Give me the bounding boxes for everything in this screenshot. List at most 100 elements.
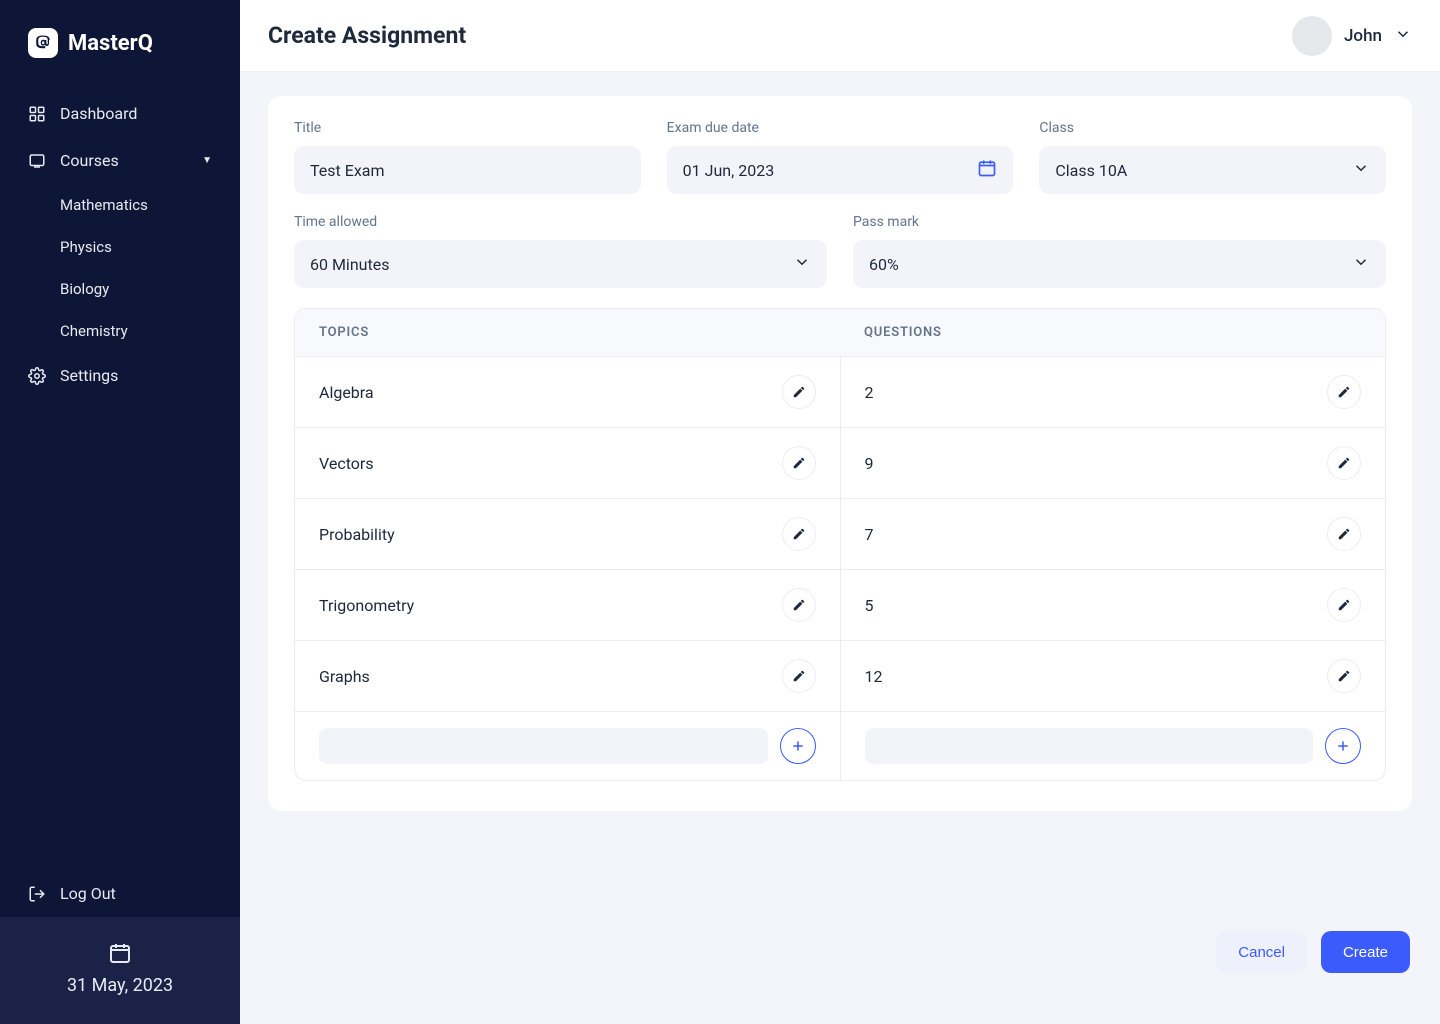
chevron-down-icon bbox=[793, 253, 811, 275]
assignment-card: Title Test Exam Exam due date 01 Jun, 20… bbox=[268, 96, 1412, 811]
topic-cell: Graphs bbox=[295, 641, 840, 711]
content: Title Test Exam Exam due date 01 Jun, 20… bbox=[240, 72, 1440, 1024]
questions-count: 7 bbox=[865, 525, 874, 544]
table-add-row bbox=[295, 711, 1385, 780]
sidebar-item-physics[interactable]: Physics bbox=[60, 226, 240, 268]
topic-name: Graphs bbox=[319, 667, 370, 686]
edit-questions-button[interactable] bbox=[1327, 517, 1361, 551]
questions-count: 9 bbox=[865, 454, 874, 473]
brand-logo-icon bbox=[28, 28, 58, 58]
questions-count: 5 bbox=[865, 596, 874, 615]
questions-count: 2 bbox=[865, 383, 874, 402]
add-topic-input[interactable] bbox=[319, 728, 768, 764]
pass-mark-select[interactable]: 60% bbox=[853, 240, 1386, 288]
topics-table: TOPICS QUESTIONS Algebra 2 Vectors 9 Probabi… bbox=[294, 308, 1386, 781]
edit-questions-button[interactable] bbox=[1327, 659, 1361, 693]
add-question-cell bbox=[840, 712, 1386, 780]
sidebar-item-label: Dashboard bbox=[60, 104, 137, 123]
add-topic-cell bbox=[295, 712, 840, 780]
topic-name: Probability bbox=[319, 525, 395, 544]
calendar-icon bbox=[108, 941, 132, 965]
add-topic-button[interactable] bbox=[780, 728, 816, 764]
topic-cell: Probability bbox=[295, 499, 840, 569]
questions-cell: 9 bbox=[840, 428, 1386, 498]
time-allowed-select[interactable]: 60 Minutes bbox=[294, 240, 827, 288]
edit-questions-button[interactable] bbox=[1327, 588, 1361, 622]
add-question-input[interactable] bbox=[865, 728, 1314, 764]
table-row: Trigonometry 5 bbox=[295, 569, 1385, 640]
field-class: Class Class 10A bbox=[1039, 120, 1386, 194]
edit-topic-button[interactable] bbox=[782, 588, 816, 622]
topic-cell: Algebra bbox=[295, 357, 840, 427]
topic-cell: Trigonometry bbox=[295, 570, 840, 640]
chevron-down-icon: ▼ bbox=[202, 155, 212, 166]
chevron-down-icon bbox=[1352, 159, 1370, 181]
sidebar-item-chemistry[interactable]: Chemistry bbox=[60, 310, 240, 352]
questions-count: 12 bbox=[865, 667, 883, 686]
table-row: Vectors 9 bbox=[295, 427, 1385, 498]
label-class: Class bbox=[1039, 120, 1386, 136]
cancel-button[interactable]: Cancel bbox=[1216, 931, 1307, 973]
topic-name: Vectors bbox=[319, 454, 374, 473]
brand: MasterQ bbox=[0, 0, 240, 80]
table-row: Graphs 12 bbox=[295, 640, 1385, 711]
logout-icon bbox=[28, 885, 46, 903]
calendar-icon bbox=[977, 158, 997, 182]
title-input[interactable]: Test Exam bbox=[294, 146, 641, 194]
edit-questions-button[interactable] bbox=[1327, 446, 1361, 480]
sidebar-item-label: Courses bbox=[60, 151, 119, 170]
page-title: Create Assignment bbox=[268, 22, 466, 49]
table-row: Probability 7 bbox=[295, 498, 1385, 569]
create-button[interactable]: Create bbox=[1321, 931, 1410, 973]
sidebar-item-settings[interactable]: Settings bbox=[0, 352, 240, 399]
sidebar: MasterQ Dashboard Courses ▼ Mathematics … bbox=[0, 0, 240, 1024]
sidebar-item-logout[interactable]: Log Out bbox=[0, 870, 240, 917]
chevron-down-icon bbox=[1352, 253, 1370, 275]
questions-cell: 7 bbox=[840, 499, 1386, 569]
nav: Dashboard Courses ▼ Mathematics Physics … bbox=[0, 80, 240, 409]
sidebar-date: 31 May, 2023 bbox=[0, 975, 240, 996]
form-actions: Cancel Create bbox=[268, 931, 1412, 973]
courses-submenu: Mathematics Physics Biology Chemistry bbox=[0, 184, 240, 352]
topic-name: Trigonometry bbox=[319, 596, 414, 615]
dashboard-icon bbox=[28, 105, 46, 123]
sidebar-item-courses[interactable]: Courses ▼ bbox=[0, 137, 240, 184]
questions-cell: 5 bbox=[840, 570, 1386, 640]
label-title: Title bbox=[294, 120, 641, 136]
sidebar-item-dashboard[interactable]: Dashboard bbox=[0, 90, 240, 137]
edit-topic-button[interactable] bbox=[782, 659, 816, 693]
edit-topic-button[interactable] bbox=[782, 517, 816, 551]
edit-topic-button[interactable] bbox=[782, 446, 816, 480]
field-time-allowed: Time allowed 60 Minutes bbox=[294, 214, 827, 288]
field-pass-mark: Pass mark 60% bbox=[853, 214, 1386, 288]
sidebar-item-label: Log Out bbox=[60, 884, 116, 903]
table-row: Algebra 2 bbox=[295, 356, 1385, 427]
topic-cell: Vectors bbox=[295, 428, 840, 498]
topic-name: Algebra bbox=[319, 383, 374, 402]
edit-questions-button[interactable] bbox=[1327, 375, 1361, 409]
questions-cell: 2 bbox=[840, 357, 1386, 427]
chevron-down-icon bbox=[1394, 25, 1412, 47]
sidebar-footer: Log Out 31 May, 2023 bbox=[0, 870, 240, 1024]
sidebar-date-box: 31 May, 2023 bbox=[0, 917, 240, 1024]
label-due-date: Exam due date bbox=[667, 120, 1014, 136]
label-pass-mark: Pass mark bbox=[853, 214, 1386, 230]
user-name: John bbox=[1344, 26, 1382, 46]
class-select[interactable]: Class 10A bbox=[1039, 146, 1386, 194]
th-topics: TOPICS bbox=[295, 309, 840, 356]
add-question-button[interactable] bbox=[1325, 728, 1361, 764]
table-header: TOPICS QUESTIONS bbox=[295, 309, 1385, 356]
main: Create Assignment John Title Test Exam E… bbox=[240, 0, 1440, 1024]
edit-topic-button[interactable] bbox=[782, 375, 816, 409]
field-title: Title Test Exam bbox=[294, 120, 641, 194]
courses-icon bbox=[28, 152, 46, 170]
field-due-date: Exam due date 01 Jun, 2023 bbox=[667, 120, 1014, 194]
due-date-input[interactable]: 01 Jun, 2023 bbox=[667, 146, 1014, 194]
questions-cell: 12 bbox=[840, 641, 1386, 711]
avatar bbox=[1292, 16, 1332, 56]
sidebar-item-biology[interactable]: Biology bbox=[60, 268, 240, 310]
sidebar-item-mathematics[interactable]: Mathematics bbox=[60, 184, 240, 226]
user-menu[interactable]: John bbox=[1292, 16, 1412, 56]
label-time-allowed: Time allowed bbox=[294, 214, 827, 230]
th-questions: QUESTIONS bbox=[840, 309, 1385, 356]
